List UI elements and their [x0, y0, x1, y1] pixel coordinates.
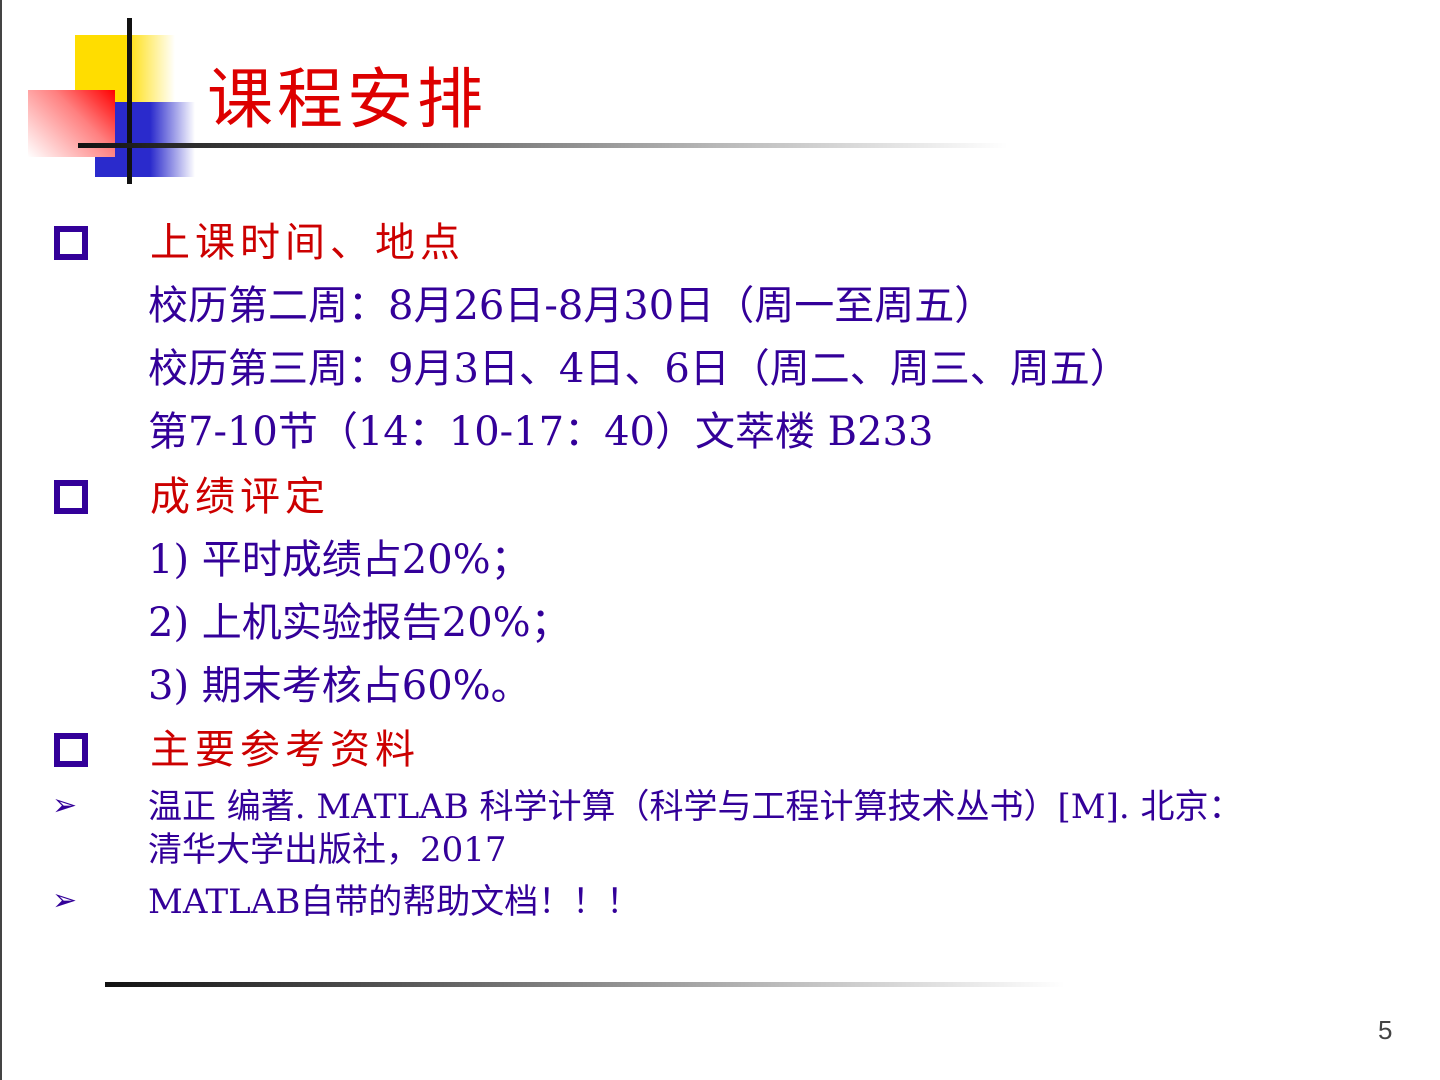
grading-line: 2) 上机实验报告20%； [148, 600, 571, 646]
schedule-line: 校历第三周：9月3日、4日、6日（周二、周三、周五） [148, 346, 1130, 392]
section-heading: 主要参考资料 [150, 727, 420, 773]
grading-line: 3) 期末考核占60%。 [148, 663, 531, 709]
reference-line: 清华大学出版社，2017 [148, 830, 507, 870]
title-underline [78, 143, 1008, 148]
square-bullet-icon [54, 226, 88, 260]
grading-line: 1) 平时成绩占20%； [148, 537, 531, 583]
slide-edge [0, 0, 2, 1080]
square-bullet-icon [54, 733, 88, 767]
section-heading: 成绩评定 [150, 474, 330, 520]
reference-line: 温正 编著. MATLAB 科学计算（科学与工程计算技术丛书）[M]. 北京： [148, 787, 1243, 827]
section-heading: 上课时间、地点 [150, 220, 465, 266]
reference-line: MATLAB自带的帮助文档！！！ [148, 882, 641, 922]
schedule-line: 校历第二周：8月26日-8月30日（周一至周五） [148, 283, 995, 329]
footer-line [105, 982, 1065, 987]
arrow-bullet-icon: ➢ [52, 788, 78, 823]
arrow-bullet-icon: ➢ [52, 883, 78, 918]
slide-title: 课程安排 [207, 61, 487, 138]
page-number: 5 [1378, 1015, 1393, 1045]
decor-vertical-line [127, 18, 132, 184]
schedule-line: 第7-10节（14：10-17：40）文萃楼 B233 [148, 409, 934, 455]
square-bullet-icon [54, 480, 88, 514]
